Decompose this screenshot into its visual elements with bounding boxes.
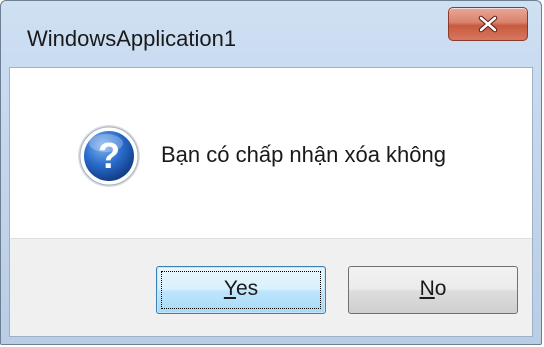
message-area: ? Bạn có chấp nhận xóa không — [10, 68, 532, 238]
button-area: Yes No — [10, 238, 532, 336]
dialog-content: ? Bạn có chấp nhận xóa không Yes No — [9, 67, 533, 337]
window-title: WindowsApplication1 — [27, 26, 237, 51]
yes-label-rest: es — [235, 277, 259, 300]
question-icon: ? — [78, 125, 140, 187]
dialog-message: Bạn có chấp nhận xóa không — [161, 142, 447, 167]
title-bar[interactable]: WindowsApplication1 — [1, 1, 541, 65]
svg-text:?: ? — [98, 135, 120, 176]
close-icon — [478, 15, 498, 33]
no-mnemonic: N — [419, 277, 435, 300]
close-button[interactable] — [448, 7, 528, 41]
yes-mnemonic: Y — [223, 277, 236, 300]
no-button[interactable]: No — [348, 266, 518, 314]
no-label-rest: o — [434, 277, 447, 300]
dialog-window: WindowsApplication1 ? Bạn có chấp nhận x… — [0, 0, 542, 345]
yes-button[interactable]: Yes — [156, 266, 326, 314]
